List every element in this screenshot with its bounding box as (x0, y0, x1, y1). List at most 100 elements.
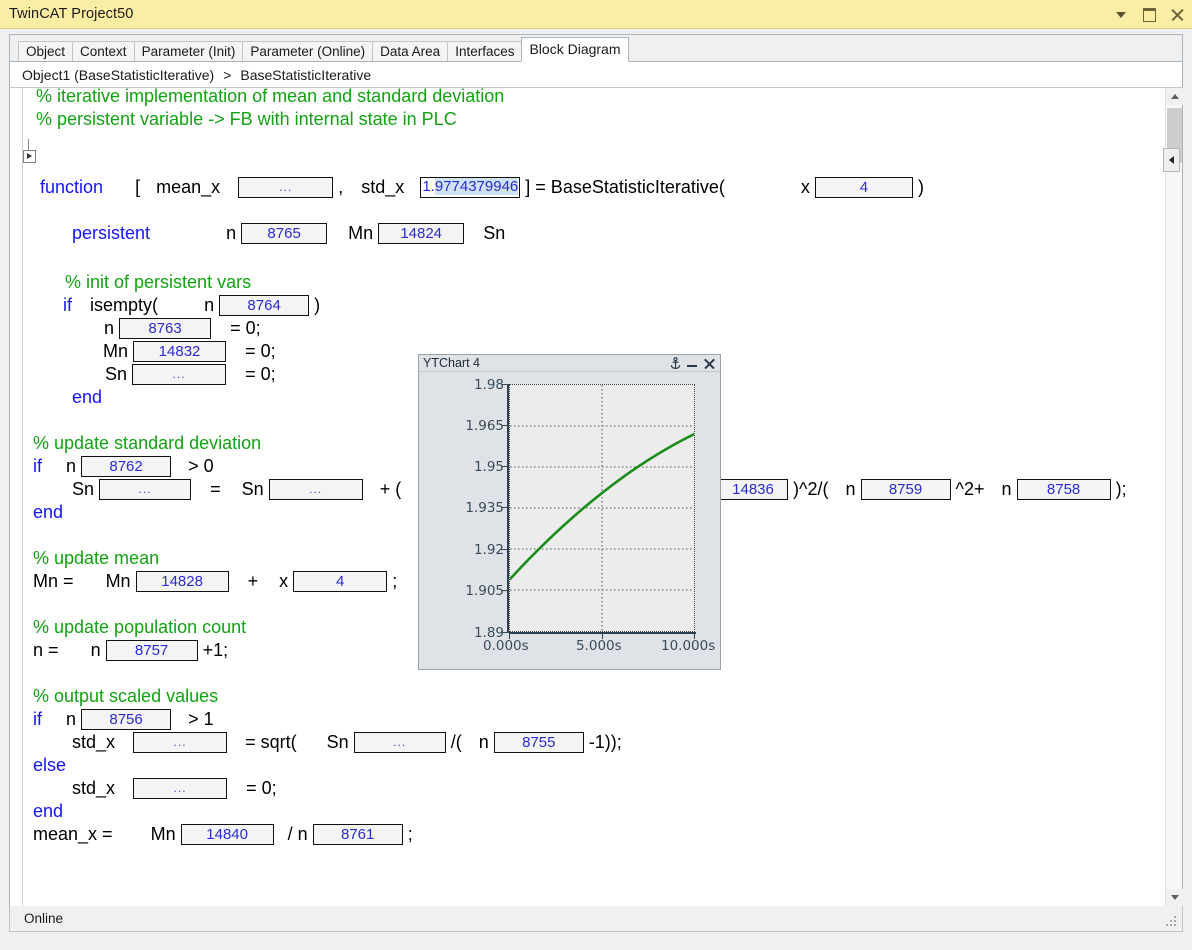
std-den-mid: ^2+ (955, 479, 985, 499)
y-tick-label-4: 1.92 (473, 542, 504, 558)
field-persistent-mn[interactable]: 14824 (378, 222, 465, 244)
ytchart-window[interactable]: YTChart 4 1.98 1.965 1.95 1.935 1.92 1.9… (418, 354, 721, 670)
field-assign-sn[interactable]: ... (132, 363, 227, 385)
field-final-n[interactable]: 8761 (312, 823, 403, 845)
label-count-n: n (90, 640, 101, 660)
field-out-sn[interactable]: ... (353, 731, 446, 753)
tab-parameter-init[interactable]: Parameter (Init) (133, 41, 244, 61)
field-count-n[interactable]: 8757 (105, 639, 198, 661)
tab-parameter-online[interactable]: Parameter (Online) (242, 41, 374, 61)
field-out-std[interactable]: ... (133, 731, 228, 753)
field-assign-mn[interactable]: 14832 (133, 340, 227, 362)
assign-mn-rhs: = 0; (245, 341, 276, 361)
label-std-x: std_x (361, 177, 405, 197)
resize-grip[interactable] (1166, 916, 1178, 928)
tab-context[interactable]: Context (72, 41, 135, 61)
label-assign-n: n (104, 318, 115, 338)
label-mean-rhs: Mn (105, 571, 131, 591)
isempty-close: ) (314, 295, 321, 315)
field-final-mn[interactable]: 14840 (180, 823, 274, 845)
window-title: TwinCAT Project50 (9, 6, 134, 22)
breadcrumb: Object1 (BaseStatisticIterative) > BaseS… (10, 62, 1182, 88)
label-mean-x-arg: x (279, 571, 289, 591)
chart-plot-area[interactable] (509, 384, 695, 632)
std-x-prefix: 1. (422, 177, 435, 195)
label-out-std: std_x (72, 732, 116, 752)
y-tick-mark-1 (501, 425, 507, 427)
label-final-mn: Mn (150, 824, 176, 844)
collapse-panel-button[interactable] (1163, 148, 1180, 172)
label-std-lhs: Sn (72, 479, 95, 499)
y-tick-mark-0 (501, 384, 507, 386)
std-eq: = (210, 479, 221, 499)
std-x-selected-text: 9774379946 (434, 177, 519, 195)
count-tail: +1; (202, 640, 229, 660)
close-icon[interactable] (1170, 7, 1185, 22)
out-std2-rhs: = 0; (246, 778, 277, 798)
block-diagram-canvas[interactable]: % iterative implementation of mean and s… (10, 88, 1182, 906)
field-std-den-n2[interactable]: 8758 (1016, 478, 1111, 500)
field-arg-x[interactable]: 4 (814, 176, 913, 198)
label-std-den-n2: n (1001, 479, 1012, 499)
field-persistent-n[interactable]: 8765 (241, 222, 328, 244)
window-controls (1114, 0, 1185, 28)
field-assign-n[interactable]: 8763 (119, 317, 212, 339)
field-mean-rhs[interactable]: 14828 (135, 570, 229, 592)
anchor-icon[interactable] (669, 357, 682, 370)
breadcrumb-root[interactable]: Object1 (BaseStatisticIterative) (22, 67, 214, 83)
tab-interfaces[interactable]: Interfaces (447, 41, 523, 61)
field-mean-x-arg[interactable]: 4 (293, 570, 388, 592)
field-std-rhs[interactable]: ... (268, 478, 363, 500)
y-tick-mark-4 (501, 549, 507, 551)
out-tail: -1)); (588, 732, 622, 752)
breadcrumb-current[interactable]: BaseStatisticIterative (240, 67, 371, 83)
out-div-open: /( (450, 732, 462, 752)
out-if-cond: > 1 (188, 709, 214, 729)
tab-data-area[interactable]: Data Area (372, 41, 449, 61)
keyword-else: else (33, 755, 67, 775)
field-out-n[interactable]: 8755 (493, 731, 584, 753)
chart-window-controls (669, 356, 716, 371)
field-init-n[interactable]: 8764 (219, 294, 310, 316)
keyword-end-out: end (33, 801, 64, 821)
label-out-std2: std_x (72, 778, 116, 798)
signature-assign: ] = BaseStatisticIterative( (525, 177, 725, 197)
field-std-mid[interactable]: 14836 (718, 478, 788, 500)
paren-close: ) (917, 177, 924, 197)
dropdown-caret-icon[interactable] (1114, 7, 1129, 22)
chart-close-icon[interactable] (703, 357, 716, 370)
vertical-scrollbar[interactable] (1165, 88, 1183, 906)
field-out-std2[interactable]: ... (133, 777, 228, 799)
field-std-if-n[interactable]: 8762 (81, 455, 172, 477)
tab-block-diagram[interactable]: Block Diagram (521, 37, 629, 62)
y-tick-label-1: 1.965 (465, 418, 504, 434)
field-std-lhs[interactable]: ... (99, 478, 192, 500)
std-plus-open: + ( (379, 479, 402, 499)
field-std-den-n1[interactable]: 8759 (860, 478, 951, 500)
y-tick-label-5: 1.905 (465, 583, 504, 599)
assign-sn-rhs: = 0; (245, 364, 276, 384)
keyword-end-std: end (33, 502, 64, 522)
scroll-up-icon[interactable] (1166, 88, 1183, 105)
field-std-x-out[interactable]: 1.9774379946 (420, 176, 521, 198)
field-mean-x-out[interactable]: ... (238, 176, 334, 198)
keyword-end-init: end (72, 387, 103, 407)
y-tick-label-2: 1.95 (473, 459, 504, 475)
bracket-open: [ (135, 177, 141, 197)
minimize-icon[interactable] (686, 357, 699, 370)
scroll-down-icon[interactable] (1166, 889, 1183, 906)
std-pow-div: )^2/( (793, 479, 829, 499)
maximize-icon[interactable] (1142, 7, 1157, 22)
field-out-if-n[interactable]: 8756 (81, 708, 172, 730)
label-out-if-n: n (66, 709, 77, 729)
chart-title-text: YTChart 4 (423, 356, 480, 370)
label-init-n: n (204, 295, 215, 315)
x-tick-label-2: 10.000s (661, 638, 716, 654)
out-sqrt: = sqrt( (245, 732, 297, 752)
comment-mean: % update mean (33, 548, 160, 568)
chart-svg (510, 385, 694, 631)
comment-std: % update standard deviation (33, 433, 262, 453)
label-persistent-mn: Mn (348, 223, 374, 243)
comment-line-1: % iterative implementation of mean and s… (36, 88, 505, 106)
tab-object[interactable]: Object (18, 41, 74, 61)
